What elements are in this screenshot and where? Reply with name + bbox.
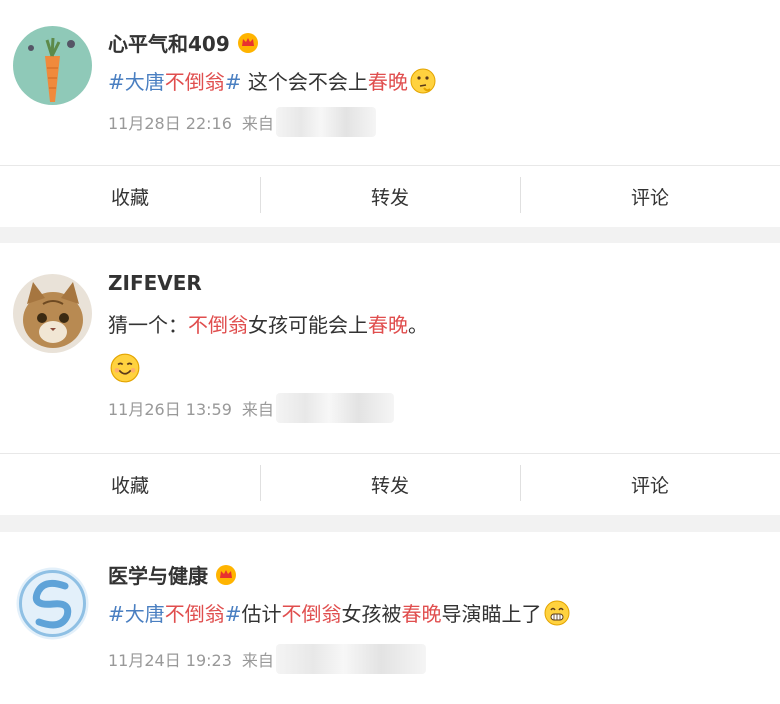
username[interactable]: 医学与健康 bbox=[108, 560, 238, 589]
username[interactable]: 心平气和409 bbox=[108, 28, 260, 57]
username[interactable]: ZIFEVER bbox=[108, 271, 202, 295]
user-avatar[interactable] bbox=[13, 26, 92, 105]
blurred-source bbox=[275, 107, 376, 137]
blurred-source bbox=[275, 644, 426, 674]
username-link[interactable]: 医学与健康 bbox=[108, 560, 208, 589]
vip-crown-icon bbox=[237, 32, 258, 53]
comment-button[interactable]: 评论 bbox=[520, 177, 780, 213]
topic-link[interactable]: #大唐不倒翁# bbox=[108, 66, 242, 95]
source-label: 来自 bbox=[241, 400, 274, 419]
keyword-highlight: 春晚 bbox=[367, 70, 408, 94]
carrot-avatar-icon bbox=[13, 26, 92, 105]
vip-crown-icon bbox=[216, 564, 236, 585]
post-meta: 11月24日 19:23 来自 bbox=[108, 644, 426, 674]
post-time[interactable]: 11月24日 19:23 bbox=[108, 647, 232, 671]
user-avatar[interactable] bbox=[13, 564, 92, 643]
post-text: #大唐不倒翁# 这个会不会上 春晚 bbox=[108, 66, 436, 95]
repost-button[interactable]: 转发 bbox=[260, 465, 520, 501]
post-meta: 11月26日 13:59 来自 bbox=[108, 393, 394, 423]
keyword-highlight: 春晚 bbox=[401, 602, 442, 626]
grin-emoji-icon bbox=[544, 600, 570, 625]
text-segment: 导演瞄上了 bbox=[441, 602, 542, 626]
favorite-button[interactable]: 收藏 bbox=[0, 471, 260, 498]
user-avatar[interactable] bbox=[13, 274, 92, 353]
emoji-line bbox=[108, 353, 140, 387]
repost-button[interactable]: 转发 bbox=[260, 177, 520, 213]
text-segment: 猜一个： bbox=[108, 313, 188, 337]
username-link[interactable]: ZIFEVER bbox=[108, 271, 202, 295]
source-label: 来自 bbox=[241, 651, 274, 670]
post-2: ZIFEVER 猜一个： 不倒翁 女孩可能会上 春晚 。 11月26日 13:5… bbox=[0, 243, 780, 454]
post-1: 心平气和409 #大唐不倒翁# 这个会不会上 春晚 11月28日 22:16 来… bbox=[0, 0, 780, 166]
text-segment: 这个会不会上 bbox=[241, 70, 368, 94]
source-label: 来自 bbox=[241, 114, 274, 133]
text-segment: 。 bbox=[408, 313, 428, 337]
swirl-logo-avatar-icon bbox=[13, 564, 92, 643]
favorite-button[interactable]: 收藏 bbox=[0, 183, 260, 210]
keyword-highlight: 不倒翁 bbox=[281, 602, 342, 626]
text-segment: 估计 bbox=[241, 602, 282, 626]
post-time[interactable]: 11月26日 13:59 bbox=[108, 396, 232, 420]
post-actions: 收藏 转发 评论 bbox=[0, 165, 780, 227]
comment-button[interactable]: 评论 bbox=[520, 465, 780, 501]
keyword-highlight: 不倒翁 bbox=[188, 313, 248, 337]
post-text: #大唐不倒翁# 估计 不倒翁 女孩被 春晚 导演瞄上了 bbox=[108, 598, 570, 627]
smile-emoji-icon bbox=[110, 353, 140, 383]
text-segment: 女孩被 bbox=[341, 602, 402, 626]
post-actions: 收藏 转发 评论 bbox=[0, 453, 780, 515]
post-3: 医学与健康 #大唐不倒翁# 估计 不倒翁 女孩被 春晚 导演瞄上了 11月24日… bbox=[0, 532, 780, 704]
post-time[interactable]: 11月28日 22:16 bbox=[108, 110, 232, 134]
blurred-source bbox=[275, 393, 394, 423]
post-text: 猜一个： 不倒翁 女孩可能会上 春晚 。 bbox=[108, 309, 428, 338]
keyword-highlight: 春晚 bbox=[368, 313, 408, 337]
text-segment: 女孩可能会上 bbox=[248, 313, 368, 337]
username-link[interactable]: 心平气和409 bbox=[108, 28, 230, 57]
thinking-emoji-icon bbox=[410, 68, 436, 93]
cat-avatar-icon bbox=[13, 274, 92, 353]
post-meta: 11月28日 22:16 来自 bbox=[108, 107, 376, 137]
topic-link[interactable]: #大唐不倒翁# bbox=[108, 598, 242, 627]
